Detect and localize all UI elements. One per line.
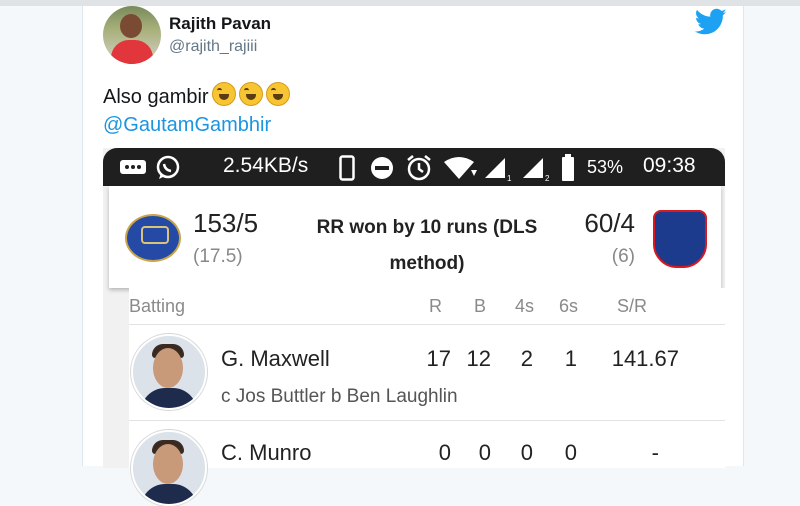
match-result: RR won by 10 runs (DLS method) <box>299 210 555 282</box>
player-name[interactable]: C. Munro <box>221 440 311 466</box>
player-sixes: 0 <box>564 440 577 465</box>
message-icon <box>120 160 146 174</box>
player-name[interactable]: G. Maxwell <box>221 346 330 372</box>
whatsapp-icon <box>156 155 180 179</box>
attached-screenshot[interactable]: 2.54KB/s 1 2 53% 09:38 153/5 (17.5) RR w… <box>103 148 725 506</box>
mention-link[interactable]: @GautamGambhir <box>103 114 271 137</box>
signal-icon-2: 2 <box>523 158 550 182</box>
result-line-1: RR won by 10 runs (DLS <box>316 217 538 238</box>
battery-icon <box>562 154 574 181</box>
header-sixes: 6s <box>559 296 579 316</box>
tweet-card[interactable]: Rajith Pavan @rajith_rajiii Also gambir … <box>82 6 744 506</box>
rofl-emoji-icon <box>211 82 236 106</box>
team2-overs: (6) <box>611 246 635 267</box>
player-fours: 0 <box>520 440 533 465</box>
result-line-2: method) <box>389 253 465 274</box>
header-balls: B <box>474 296 487 316</box>
wifi-icon <box>444 157 477 179</box>
player-strike-rate: 141.67 <box>611 346 679 371</box>
tweet-text: Also gambir <box>103 82 290 109</box>
author-avatar[interactable] <box>103 6 161 64</box>
dnd-icon <box>371 157 393 179</box>
tweet-body: Also gambir <box>103 86 209 108</box>
player-photo <box>131 334 207 410</box>
twitter-bird-icon[interactable] <box>695 8 727 36</box>
phone-status-bar: 2.54KB/s 1 2 53% 09:38 <box>103 148 725 186</box>
batting-header-label: Batting <box>129 296 186 316</box>
clock-time: 09:38 <box>643 154 696 177</box>
battery-percent: 53% <box>587 157 624 177</box>
header-fours: 4s <box>515 296 535 316</box>
rofl-emoji-icon <box>265 82 290 106</box>
batting-table: Batting R B 4s 6s S/R G. Maxwell 17 12 2… <box>129 288 725 506</box>
player-balls: 0 <box>478 440 491 465</box>
match-summary[interactable]: 153/5 (17.5) RR won by 10 runs (DLS meth… <box>109 186 721 288</box>
team1-score: 153/5 <box>193 208 259 238</box>
header-strike-rate: S/R <box>617 296 648 316</box>
player-photo <box>131 430 207 506</box>
author-handle[interactable]: @rajith_rajiii <box>169 38 257 56</box>
player-balls: 12 <box>466 346 491 371</box>
rajasthan-royals-logo <box>125 214 181 262</box>
svg-text:2: 2 <box>545 174 550 182</box>
row-divider <box>129 420 725 421</box>
player-runs: 0 <box>438 440 451 465</box>
network-speed: 2.54KB/s <box>223 154 309 177</box>
player-strike-rate: - <box>651 440 659 465</box>
author-name[interactable]: Rajith Pavan <box>169 14 271 34</box>
team1-overs: (17.5) <box>193 246 243 267</box>
player-sixes: 1 <box>564 346 577 371</box>
delhi-capitals-logo <box>653 210 707 268</box>
signal-icon-1: 1 <box>485 158 512 182</box>
team2-score: 60/4 <box>584 208 635 238</box>
row-divider <box>129 324 725 325</box>
phone-icon <box>339 155 355 181</box>
svg-text:1: 1 <box>507 174 512 182</box>
player-dismissal: c Jos Buttler b Ben Laughlin <box>221 386 458 407</box>
player-runs: 17 <box>426 346 451 371</box>
rofl-emoji-icon <box>238 82 263 106</box>
player-fours: 2 <box>520 346 533 371</box>
header-runs: R <box>429 296 442 316</box>
alarm-icon <box>407 155 431 181</box>
